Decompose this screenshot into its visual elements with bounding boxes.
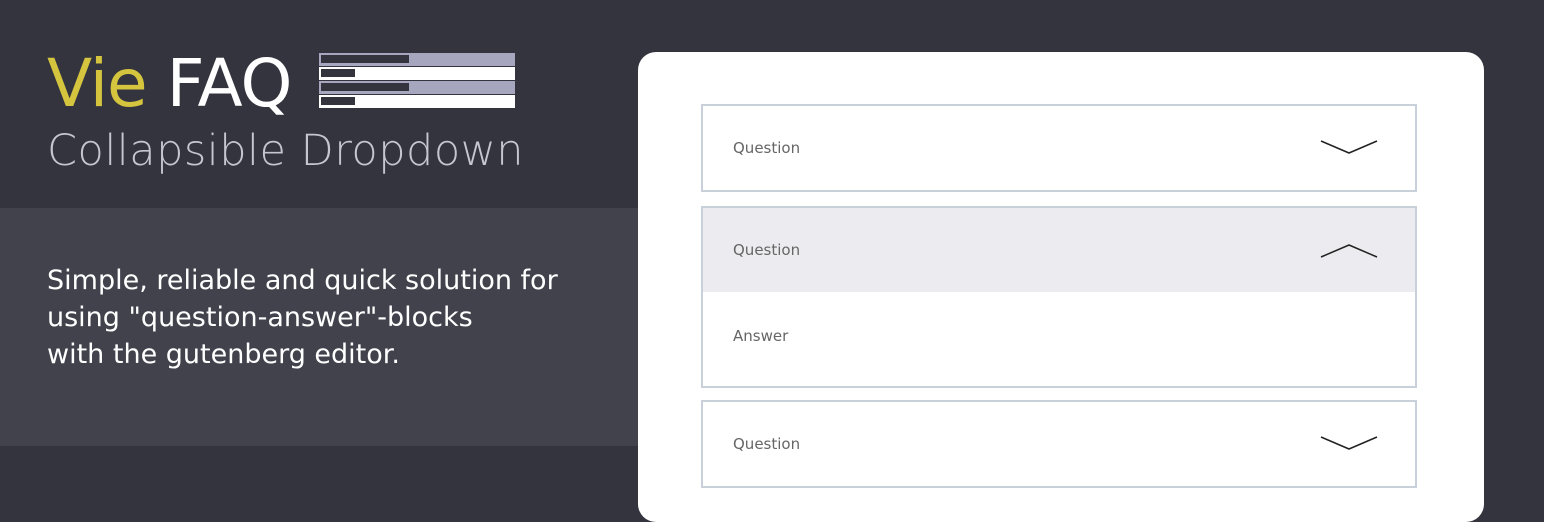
title-vie: Vie [47, 45, 148, 122]
chevron-up-icon[interactable] [1319, 240, 1379, 260]
faq-item[interactable]: Question Answer [701, 206, 1417, 388]
question-label: Question [733, 241, 801, 259]
chevron-down-icon[interactable] [1319, 138, 1379, 158]
faq-item[interactable]: Question [701, 104, 1417, 192]
faq-question[interactable]: Question [703, 402, 1415, 486]
faq-answer: Answer [703, 292, 1415, 386]
subtitle: Collapsible Dropdown [47, 126, 525, 176]
faq-question[interactable]: Question [703, 106, 1415, 190]
title-faq: FAQ [166, 45, 293, 122]
faq-item[interactable]: Question [701, 400, 1417, 488]
question-label: Question [733, 139, 801, 157]
faq-preview-card: Question Question Answer Question [638, 52, 1484, 522]
chevron-down-icon[interactable] [1319, 434, 1379, 454]
description: Simple, reliable and quick solution for … [47, 262, 607, 373]
description-line: with the gutenberg editor. [47, 339, 400, 370]
question-label: Question [733, 435, 801, 453]
brand: Vie FAQ Collapsible Dropdown [47, 46, 525, 177]
title-row: Vie FAQ [47, 46, 524, 122]
description-line: using "question-answer"-blocks [47, 302, 473, 333]
faq-list-icon [319, 53, 516, 108]
description-line: Simple, reliable and quick solution for [47, 265, 558, 296]
answer-label: Answer [733, 327, 789, 345]
page-title: Vie FAQ [47, 45, 293, 122]
faq-question[interactable]: Question [703, 208, 1415, 292]
